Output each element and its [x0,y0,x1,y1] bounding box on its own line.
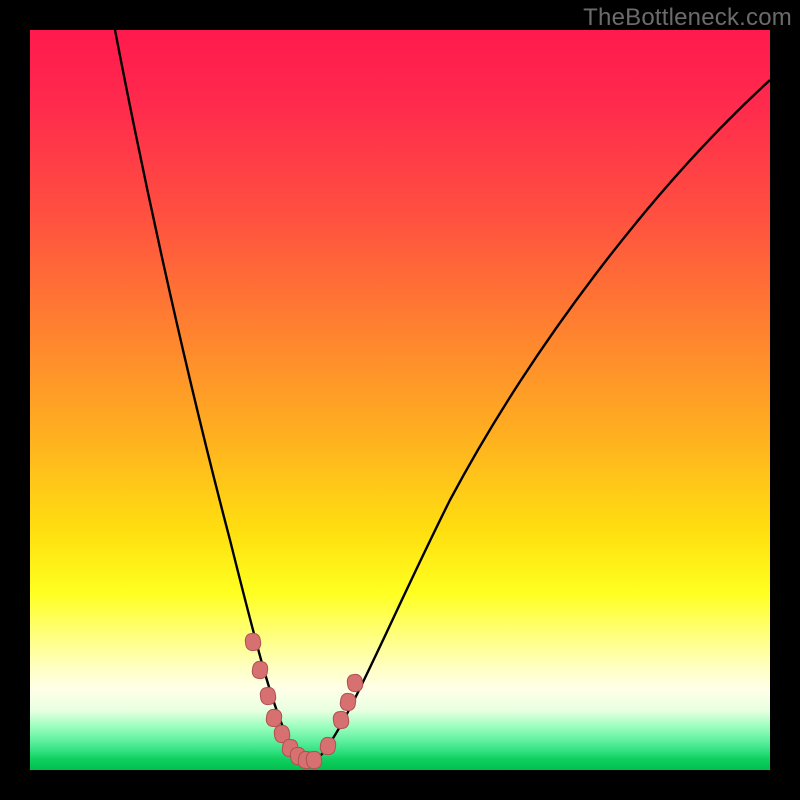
curve-marker [339,693,356,712]
curve-marker [265,709,282,728]
watermark-text: TheBottleneck.com [583,4,792,32]
plot-area [30,30,770,770]
curve-marker [319,737,336,756]
bottleneck-curve-path [115,30,770,761]
marker-group [244,633,363,770]
curve-marker [259,687,276,706]
curve-marker [244,633,261,652]
curve-layer [30,30,770,770]
chart-frame: TheBottleneck.com [0,0,800,800]
curve-marker [346,674,363,693]
